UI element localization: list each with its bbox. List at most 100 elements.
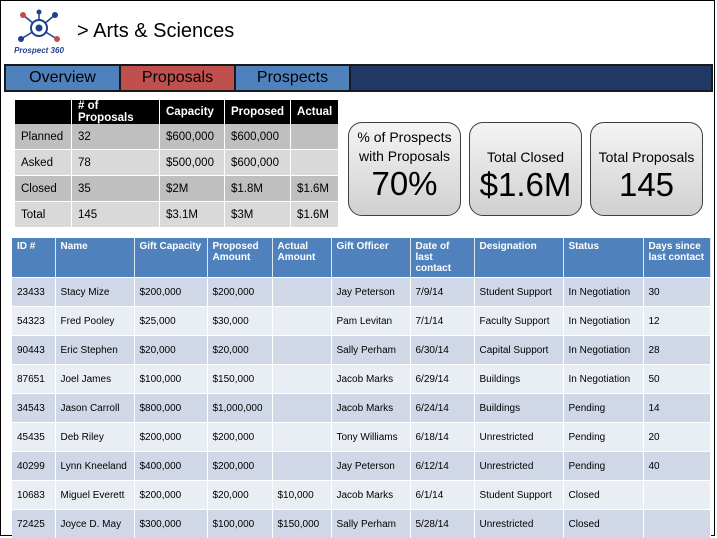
table-cell: Buildings bbox=[474, 393, 564, 423]
details-column-header[interactable]: Name bbox=[55, 238, 135, 278]
page-title: > Arts & Sciences bbox=[77, 20, 235, 42]
table-cell: 10683 bbox=[12, 480, 56, 510]
tab-prospects[interactable]: Prospects bbox=[236, 66, 351, 90]
table-cell: 90443 bbox=[12, 335, 56, 365]
table-cell: 23433 bbox=[12, 277, 56, 307]
table-cell: In Negotiation bbox=[563, 306, 644, 336]
table-row[interactable]: 10683 Miguel Everett $200,000 $20,000 $10,00… bbox=[12, 480, 711, 510]
details-column-header[interactable]: Designation bbox=[474, 238, 564, 278]
table-cell: 6/29/14 bbox=[410, 364, 475, 394]
table-row[interactable]: 90443 Eric Stephen $20,000 $20,000 Sally Per… bbox=[12, 335, 711, 365]
details-column-header[interactable]: Actual Amount bbox=[272, 238, 332, 278]
table-cell: $20,000 bbox=[134, 335, 208, 365]
table-cell: $150,000 bbox=[207, 364, 273, 394]
table-cell: Sally Perham bbox=[331, 335, 411, 365]
tab-proposals[interactable]: Proposals bbox=[121, 66, 236, 90]
table-cell: Jay Peterson bbox=[331, 451, 411, 481]
table-cell: 6/24/14 bbox=[410, 393, 475, 423]
table-cell: Lynn Kneeland bbox=[55, 451, 135, 481]
table-cell: 28 bbox=[643, 335, 711, 365]
table-row[interactable]: 87651 Joel James $100,000 $150,000 Jacob Mar… bbox=[12, 364, 711, 394]
summary-cell: $2M bbox=[159, 175, 225, 202]
table-cell bbox=[272, 393, 332, 423]
table-cell: 6/18/14 bbox=[410, 422, 475, 452]
table-cell bbox=[272, 364, 332, 394]
details-column-header[interactable]: Date of last contact bbox=[410, 238, 475, 278]
table-cell: $25,000 bbox=[134, 306, 208, 336]
table-cell: $100,000 bbox=[207, 509, 273, 538]
table-cell: 5/28/14 bbox=[410, 509, 475, 538]
summary-header-cell: Proposed bbox=[224, 100, 292, 124]
summary-row: Planned 32 $600,000 $600,000 bbox=[15, 124, 340, 150]
summary-header-cell: Capacity bbox=[159, 100, 225, 124]
summary-cell: $3M bbox=[224, 201, 292, 228]
table-cell: 40299 bbox=[12, 451, 56, 481]
table-cell: $800,000 bbox=[134, 393, 208, 423]
table-cell: In Negotiation bbox=[563, 277, 644, 307]
summary-header-cell: # of Proposals bbox=[71, 100, 160, 124]
table-cell: Jason Carroll bbox=[55, 393, 135, 423]
table-cell: 6/30/14 bbox=[410, 335, 475, 365]
table-cell: Closed bbox=[563, 480, 644, 510]
table-cell bbox=[272, 277, 332, 307]
summary-row-label: Closed bbox=[15, 175, 72, 202]
table-cell: Unrestricted bbox=[474, 422, 564, 452]
nav-bar: Overview Proposals Prospects bbox=[4, 64, 713, 92]
kpi-label: Total Closed bbox=[486, 149, 565, 165]
table-cell: In Negotiation bbox=[563, 364, 644, 394]
table-row[interactable]: 54323 Fred Pooley $25,000 $30,000 Pam Levita… bbox=[12, 306, 711, 336]
summary-cell: $500,000 bbox=[159, 149, 225, 176]
table-cell: Faculty Support bbox=[474, 306, 564, 336]
table-cell: $200,000 bbox=[207, 422, 273, 452]
details-column-header[interactable]: ID # bbox=[12, 238, 56, 278]
summary-cell: 78 bbox=[71, 149, 160, 176]
summary-cell: $1.6M bbox=[290, 175, 340, 202]
kpi-value: 70% bbox=[371, 165, 438, 202]
table-cell: Tony Williams bbox=[331, 422, 411, 452]
table-cell: Jay Peterson bbox=[331, 277, 411, 307]
kpi-total-proposals: Total Proposals 145 bbox=[590, 122, 703, 216]
details-column-header[interactable]: Proposed Amount bbox=[207, 238, 273, 278]
table-cell: 34543 bbox=[12, 393, 56, 423]
table-cell: 6/1/14 bbox=[410, 480, 475, 510]
table-row[interactable]: 45435 Deb Riley $200,000 $200,000 Tony Willi… bbox=[12, 422, 711, 452]
table-cell: $100,000 bbox=[134, 364, 208, 394]
logo-graphic-icon bbox=[18, 9, 60, 42]
table-row[interactable]: 34543 Jason Carroll $800,000 $1,000,000 Jaco… bbox=[12, 393, 711, 423]
summary-cell bbox=[290, 149, 340, 176]
summary-cell: $600,000 bbox=[159, 124, 225, 150]
table-cell: 7/9/14 bbox=[410, 277, 475, 307]
summary-cell: 32 bbox=[71, 124, 160, 150]
kpi-total-closed: Total Closed $1.6M bbox=[469, 122, 582, 216]
table-cell: $10,000 bbox=[272, 480, 332, 510]
table-cell: Jacob Marks bbox=[331, 364, 411, 394]
table-cell: Stacy Mize bbox=[55, 277, 135, 307]
table-row[interactable]: 72425 Joyce D. May $300,000 $100,000 $150,00… bbox=[12, 509, 711, 538]
table-cell: $200,000 bbox=[207, 277, 273, 307]
details-header-row: ID # Name Gift Capacity Proposed Amount Actu… bbox=[12, 238, 711, 278]
table-cell: Sally Perham bbox=[331, 509, 411, 538]
table-cell: Student Support bbox=[474, 277, 564, 307]
table-cell: Miguel Everett bbox=[55, 480, 135, 510]
summary-header-cell bbox=[15, 100, 72, 124]
details-column-header[interactable]: Status bbox=[563, 238, 644, 278]
details-column-header[interactable]: Gift Capacity bbox=[134, 238, 208, 278]
table-cell: Capital Support bbox=[474, 335, 564, 365]
table-row[interactable]: 40299 Lynn Kneeland $400,000 $200,000 Jay Pe… bbox=[12, 451, 711, 481]
kpi-label: % of Prospects with Proposals bbox=[357, 129, 452, 164]
table-cell bbox=[272, 306, 332, 336]
table-cell: Unrestricted bbox=[474, 509, 564, 538]
tab-overview[interactable]: Overview bbox=[6, 66, 121, 90]
prospect-360-logo[interactable]: Prospect 360 bbox=[9, 9, 69, 57]
details-column-header[interactable]: Days since last contact bbox=[643, 238, 711, 278]
table-cell: 7/1/14 bbox=[410, 306, 475, 336]
summary-row-label: Total bbox=[15, 201, 72, 228]
kpi-label: Total Proposals bbox=[598, 149, 695, 165]
summary-row: Closed 35 $2M $1.8M $1.6M bbox=[15, 175, 340, 202]
summary-cell: $600,000 bbox=[224, 149, 292, 176]
table-cell: 20 bbox=[643, 422, 711, 452]
table-row[interactable]: 23433 Stacy Mize $200,000 $200,000 Jay Peter… bbox=[12, 277, 711, 307]
details-column-header[interactable]: Gift Officer bbox=[331, 238, 411, 278]
kpi-value: 145 bbox=[618, 166, 675, 203]
kpi-prospects-with-proposals: % of Prospects with Proposals 70% bbox=[348, 122, 461, 216]
